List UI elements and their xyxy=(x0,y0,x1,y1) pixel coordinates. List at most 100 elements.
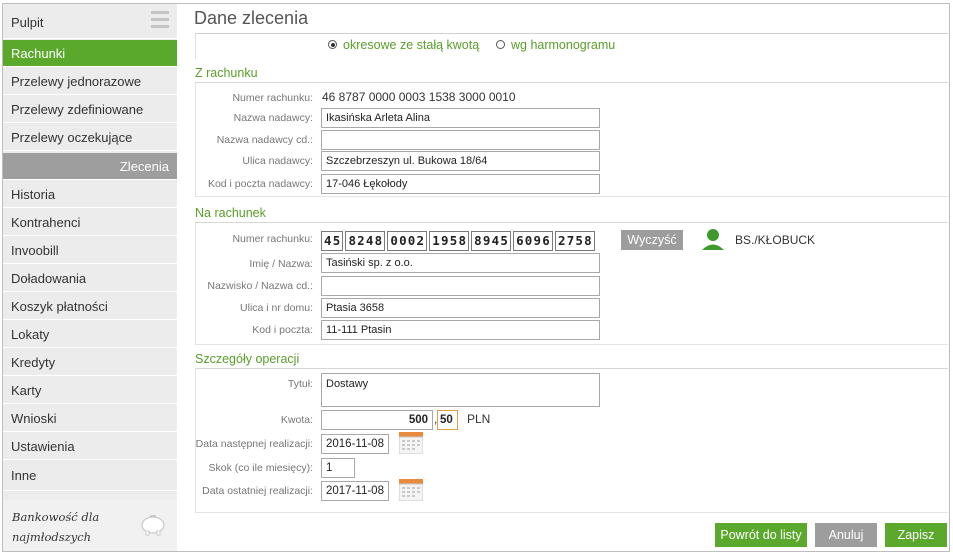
account-segment-field[interactable]: 1958 xyxy=(429,231,470,251)
label-sender-street: Ulica nadawcy: xyxy=(242,155,313,167)
sidebar-item-rachunki[interactable]: Rachunki xyxy=(3,40,177,67)
sidebar-item-label: Kredyty xyxy=(11,355,56,370)
radio-label: wg harmonogramu xyxy=(511,38,616,52)
mode-selector: okresowe ze stałą kwotą wg harmonogramu xyxy=(195,34,948,59)
label-sender-name: Nazwa nadawcy: xyxy=(233,112,313,124)
radio-unchecked-icon[interactable] xyxy=(496,40,505,49)
promo-text: Bankowość dla najmłodszych xyxy=(12,507,99,547)
calendar-icon[interactable] xyxy=(399,432,423,454)
label-step: Skok (co ile miesięcy): xyxy=(208,462,313,474)
label-recipient-name-cont: Nazwisko / Nazwa cd.: xyxy=(207,280,313,292)
save-button[interactable]: Zapisz xyxy=(885,523,947,547)
sidebar-item-label: Doładowania xyxy=(11,271,87,286)
sidebar-item-ustawienia[interactable]: Ustawienia xyxy=(3,433,177,460)
amount-decimal-field[interactable]: 50 xyxy=(437,410,458,430)
currency-label: PLN xyxy=(467,412,491,426)
recipient-name-field[interactable]: Tasiński sp. z o.o. xyxy=(321,253,600,273)
sidebar-item-label: Kontrahenci xyxy=(11,215,81,230)
label-sender-name-cont: Nazwa nadawcy cd.: xyxy=(216,134,313,146)
sidebar-item-lokaty[interactable]: Lokaty xyxy=(3,321,177,348)
sender-street-field[interactable]: Szczebrzeszyn ul. Bukowa 18/64 xyxy=(321,151,600,171)
sidebar-item-label: Inne xyxy=(11,468,37,483)
recipient-name-cont-field[interactable] xyxy=(321,276,600,296)
label-recipient-account: Numer rachunku: xyxy=(232,233,313,245)
sidebar-item-przelewy-jednorazowe[interactable]: Przelewy jednorazowe xyxy=(3,68,177,95)
sidebar-item-label: Pulpit xyxy=(11,15,44,30)
label-account-number: Numer rachunku: xyxy=(232,92,313,104)
sidebar-item-zlecenia[interactable]: Zlecenia xyxy=(3,153,177,180)
label-sender-postal: Kod i poczta nadawcy: xyxy=(207,178,313,190)
radio-checked-icon[interactable] xyxy=(328,40,337,49)
bank-user-icon xyxy=(702,229,724,250)
sidebar-item-pulpit[interactable]: Pulpit xyxy=(3,4,177,39)
menu-icon[interactable] xyxy=(151,11,169,32)
account-segment-field[interactable]: 45 xyxy=(321,231,344,251)
account-segment-field[interactable]: 8945 xyxy=(471,231,512,251)
section-title-from: Z rachunku xyxy=(195,66,258,80)
step-field[interactable]: 1 xyxy=(321,458,355,478)
sidebar-item-label: Karty xyxy=(11,383,42,398)
recipient-postal-field[interactable]: 11-111 Ptasin xyxy=(321,320,600,340)
recipient-account-input[interactable]: 45 8248 0002 1958 8945 6096 2758 xyxy=(321,231,597,251)
sender-name-cont-field[interactable] xyxy=(321,130,600,150)
label-title: Tytuł: xyxy=(287,378,313,390)
sender-postal-field[interactable]: 17-046 Łękołody xyxy=(321,174,600,194)
title-textarea[interactable]: Dostawy xyxy=(321,373,600,407)
sidebar-item-invoobill[interactable]: Invoobill xyxy=(3,237,177,264)
recipient-street-field[interactable]: Ptasia 3658 xyxy=(321,298,600,318)
page-title: Dane zlecenia xyxy=(194,8,309,28)
label-recipient-name: Imię / Nazwa: xyxy=(249,258,313,270)
radio-fixed-amount[interactable]: okresowe ze stałą kwotą xyxy=(328,38,479,52)
account-segment-field[interactable]: 6096 xyxy=(513,231,553,251)
amount-integer-field[interactable]: 500 xyxy=(321,410,433,430)
label-amount: Kwota: xyxy=(280,414,313,426)
sidebar-item-kontrahenci[interactable]: Kontrahenci xyxy=(3,209,177,236)
sidebar-item-przelewy-zdefiniowane[interactable]: Przelewy zdefiniowane xyxy=(3,96,177,123)
account-segment-field[interactable]: 8248 xyxy=(345,231,386,251)
sidebar-item-label: Koszyk płatności xyxy=(11,299,108,314)
sidebar-item-doladowania[interactable]: Doładowania xyxy=(3,265,177,292)
sidebar-item-label: Invoobill xyxy=(11,243,59,258)
label-recipient-street: Ulica i nr domu: xyxy=(240,302,313,314)
promo-line-1: Bankowość dla xyxy=(12,510,100,524)
kids-banking-promo[interactable]: Bankowość dla najmłodszych xyxy=(3,500,177,551)
next-date-field[interactable]: 2016-11-08 xyxy=(321,434,389,454)
sidebar-item-inne[interactable]: Inne xyxy=(3,461,177,491)
label-last-date: Data ostatniej realizacji: xyxy=(202,485,313,497)
sidebar-item-kredyty[interactable]: Kredyty xyxy=(3,349,177,376)
sidebar-item-label: Lokaty xyxy=(11,327,50,342)
bank-name: BS./KŁOBUCK xyxy=(735,233,816,247)
sidebar-item-label: Przelewy jednorazowe xyxy=(11,74,142,89)
last-date-field[interactable]: 2017-11-08 xyxy=(321,481,389,501)
radio-label: okresowe ze stałą kwotą xyxy=(343,38,480,52)
from-account-number: 46 8787 0000 0003 1538 3000 0010 xyxy=(322,90,516,104)
section-title-details: Szczegóły operacji xyxy=(195,352,300,366)
sidebar-item-karty[interactable]: Karty xyxy=(3,377,177,404)
sidebar-item-label: Rachunki xyxy=(11,46,66,61)
account-segment-field[interactable]: 2758 xyxy=(554,231,595,251)
calendar-icon[interactable] xyxy=(399,479,423,501)
section-title-to: Na rachunek xyxy=(195,206,266,220)
order-details-panel: Dane zlecenia okresowe ze stałą kwotą wg… xyxy=(185,4,948,552)
sidebar-item-label: Historia xyxy=(11,187,56,202)
label-next-date: Data następnej realizacji: xyxy=(195,438,313,450)
back-to-list-button[interactable]: Powrót do listy xyxy=(715,523,807,547)
label-recipient-postal: Kod i poczta: xyxy=(252,324,313,336)
radio-schedule[interactable]: wg harmonogramu xyxy=(496,38,615,52)
cancel-button[interactable]: Anuluj xyxy=(815,523,877,547)
sidebar-item-label: Przelewy oczekujące xyxy=(11,130,133,145)
piggy-bank-icon xyxy=(141,515,165,536)
sidebar-item-przelewy-oczekujace[interactable]: Przelewy oczekujące xyxy=(3,124,177,151)
sidebar: Pulpit Rachunki Przelewy jednorazowe Prz… xyxy=(3,4,177,551)
sidebar-item-historia[interactable]: Historia xyxy=(3,181,177,208)
sidebar-item-label: Zlecenia xyxy=(119,159,169,174)
account-segment-field[interactable]: 0002 xyxy=(387,231,428,251)
sidebar-item-wnioski[interactable]: Wnioski xyxy=(3,405,177,432)
sidebar-item-label: Przelewy zdefiniowane xyxy=(11,102,144,117)
promo-line-2: najmłodszych xyxy=(12,530,92,544)
clear-button[interactable]: Wyczyść xyxy=(621,230,683,250)
sidebar-item-label: Ustawienia xyxy=(11,439,75,454)
sidebar-item-koszyk-platnosci[interactable]: Koszyk płatności xyxy=(3,293,177,320)
sidebar-item-label: Wnioski xyxy=(11,411,57,426)
sender-name-field[interactable]: Ikasińska Arleta Alina xyxy=(321,108,600,128)
